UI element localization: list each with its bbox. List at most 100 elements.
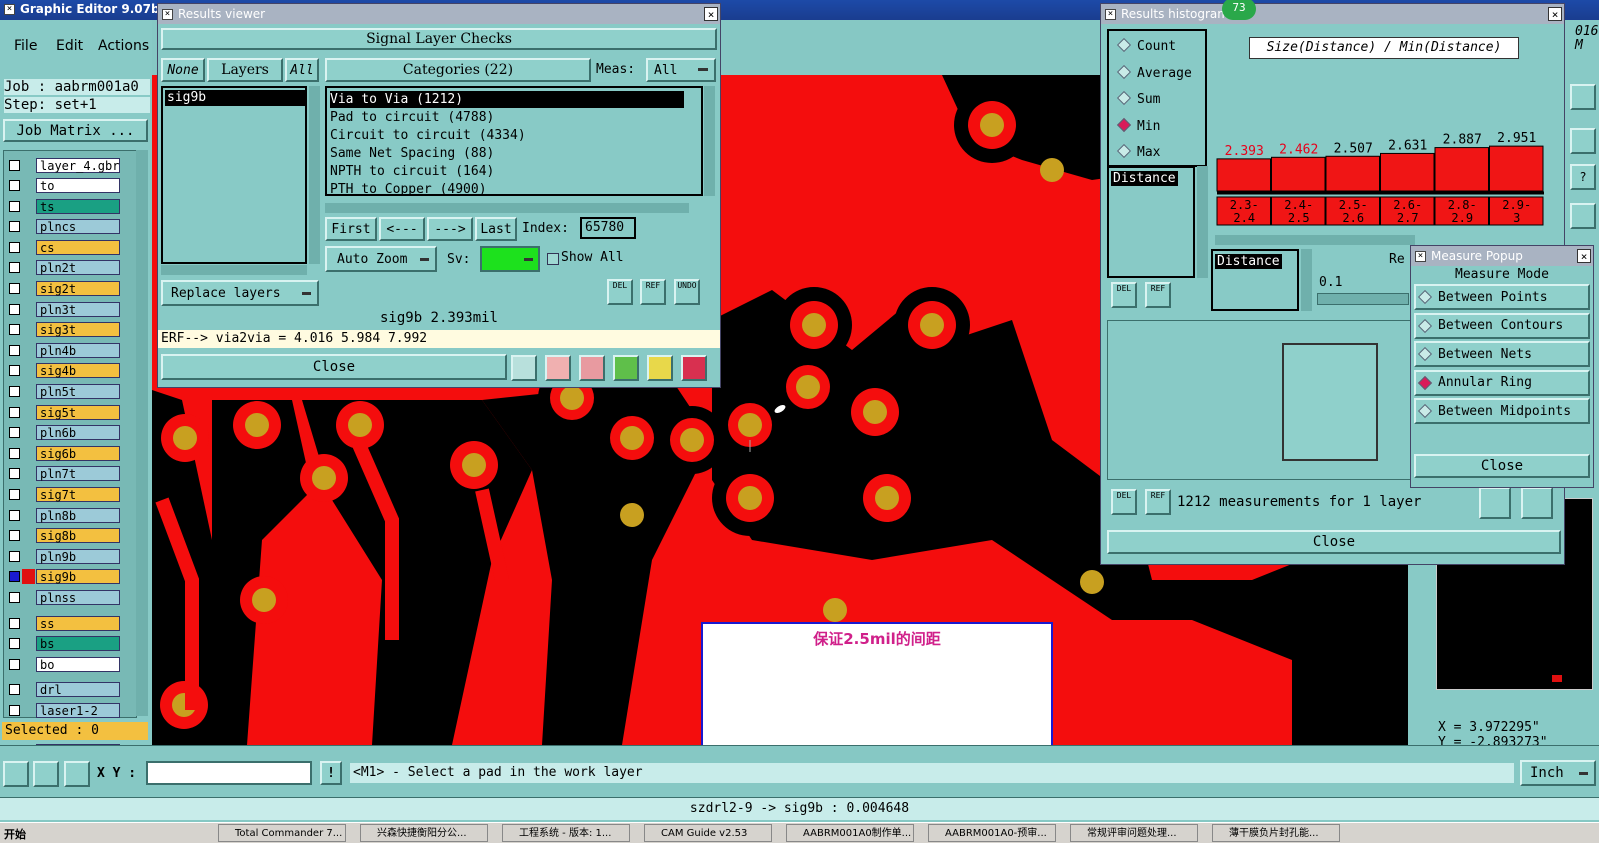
stat-option-max[interactable]: Max (1109, 141, 1160, 165)
layer-name[interactable]: sig5t (36, 404, 120, 420)
layer-row-bo[interactable]: bo (5, 656, 121, 673)
layer-name[interactable]: sig9b (36, 569, 120, 585)
category-item[interactable]: NPTH to circuit (164) (330, 163, 684, 180)
undo-icon[interactable]: UNDO (674, 279, 700, 305)
measure-list-vscroll[interactable] (1197, 166, 1208, 278)
distance-list[interactable]: Distance (1211, 249, 1299, 311)
layer-checkbox[interactable] (9, 324, 20, 336)
layer-row-pln4b[interactable]: pln4b (5, 342, 121, 359)
histogram-bar[interactable] (1271, 156, 1326, 192)
layer-checkbox[interactable] (9, 180, 20, 191)
layer-name[interactable]: to (36, 178, 120, 193)
hist-del-icon[interactable]: DEL (1111, 282, 1137, 308)
layer-checkbox[interactable] (9, 406, 20, 418)
layer-checkbox[interactable] (9, 571, 20, 583)
layer-row-to[interactable]: to (5, 177, 121, 194)
taskbar-item[interactable]: Total Commander 7... (218, 824, 346, 842)
layer-row-ss[interactable]: ss (5, 615, 121, 632)
category-item[interactable]: Circuit to circuit (4334) (330, 127, 684, 144)
layer-row-plnss[interactable]: plnss (5, 589, 121, 606)
layer-checkbox[interactable] (9, 303, 20, 315)
tool-icon-compare[interactable] (613, 355, 639, 381)
del-icon[interactable]: DEL (607, 279, 633, 305)
histogram-bar[interactable] (1325, 155, 1380, 192)
layer-name[interactable]: sig2t (36, 281, 120, 296)
category-item[interactable]: Same Net Spacing (88) (330, 145, 684, 162)
measure-popup-close-button[interactable]: Close (1414, 454, 1590, 478)
layer-checkbox[interactable] (9, 262, 20, 274)
show-all-checkbox[interactable] (547, 253, 559, 265)
results-viewer-close-icon[interactable]: × (704, 7, 718, 21)
measure-tool-icon[interactable] (33, 761, 59, 787)
layer-name[interactable]: pln6b (36, 425, 120, 441)
meas-dropdown[interactable]: All (646, 58, 716, 82)
layer-row-sig4b[interactable]: sig4b (5, 362, 121, 379)
hist-del-icon-2[interactable]: DEL (1111, 489, 1137, 515)
layer-row-cs[interactable]: cs (5, 239, 121, 256)
units-dropdown[interactable]: Inch (1520, 760, 1596, 786)
layer-name[interactable]: sig8b (36, 528, 120, 544)
layer-name[interactable]: pln8b (36, 507, 120, 523)
tool-icon-notes[interactable] (647, 355, 673, 381)
layer-checkbox[interactable] (9, 684, 20, 696)
taskbar-item[interactable]: 工程系统 - 版本: 1... (502, 824, 630, 842)
stat-option-min[interactable]: Min (1109, 115, 1160, 139)
layer-checkbox[interactable] (9, 638, 20, 650)
category-list[interactable]: Via to Via (1212) Pad to circuit (4788) Ci… (325, 86, 703, 198)
layer-checkbox[interactable] (9, 658, 20, 670)
hist-chart-icon-2[interactable] (1521, 487, 1553, 519)
layer-row-pln7t[interactable]: pln7t (5, 465, 121, 482)
measure-mode-between-contours[interactable]: Between Contours (1414, 312, 1590, 339)
layer-checkbox[interactable] (9, 489, 20, 500)
histogram-bar[interactable] (1489, 145, 1544, 192)
app-close-icon[interactable]: × (4, 4, 15, 15)
layer-row-sig9b[interactable]: sig9b (5, 568, 121, 585)
category-item[interactable]: Pad to circuit (4788) (330, 109, 684, 126)
layer-row-laser1-2[interactable]: laser1-2 (5, 702, 121, 719)
layer-checkbox[interactable] (9, 283, 20, 294)
layer-list-vscroll[interactable] (309, 86, 320, 264)
menu-file[interactable]: File (14, 38, 37, 54)
index-input[interactable]: 65780 (580, 217, 636, 239)
layer-name[interactable]: bs (36, 636, 120, 652)
layer-checkbox[interactable] (9, 241, 20, 253)
replace-layers-dropdown[interactable]: Replace layers (161, 280, 319, 306)
layer-row-pln8b[interactable]: pln8b (5, 507, 121, 524)
histogram-bar[interactable] (1434, 147, 1489, 192)
layer-name[interactable]: sig7t (36, 487, 120, 502)
hist-chart-icon-1[interactable] (1479, 487, 1511, 519)
histogram-close-icon[interactable]: × (1548, 7, 1562, 21)
layer-name[interactable]: plnss (36, 590, 120, 605)
stat-option-average[interactable]: Average (1109, 62, 1192, 86)
hist-ref-icon[interactable]: REF (1145, 282, 1171, 308)
layer-row-sig6b[interactable]: sig6b (5, 445, 121, 462)
layer-name[interactable]: pln7t (36, 466, 120, 482)
next-button[interactable]: ---> (427, 217, 473, 241)
taskbar-item[interactable]: 兴森快捷衡阳分公... (360, 824, 488, 842)
category-item[interactable]: PTH to Copper (4900) (330, 181, 684, 198)
select-tool-icon[interactable] (3, 761, 29, 787)
category-item[interactable]: Via to Via (1212) (330, 91, 684, 108)
layer-name[interactable]: sig4b (36, 363, 120, 379)
layer-list-hscroll[interactable] (161, 265, 307, 275)
layer-checkbox[interactable] (9, 365, 20, 377)
auto-zoom-dropdown[interactable]: Auto Zoom (325, 246, 437, 272)
all-layers-button[interactable]: All (285, 58, 319, 82)
tool-icon-histogram[interactable] (681, 355, 707, 381)
layer-row-drl[interactable]: drl (5, 681, 121, 698)
layer-checkbox[interactable] (9, 509, 20, 521)
layer-name[interactable]: drl (36, 682, 120, 698)
sv-color-swatch[interactable] (480, 246, 540, 272)
histogram-close-button[interactable]: Close (1107, 530, 1561, 554)
category-list-hscroll[interactable] (325, 203, 689, 213)
histogram-menu-icon[interactable]: × (1105, 9, 1116, 20)
measure-mode-annular-ring[interactable]: Annular Ring (1414, 369, 1590, 396)
layer-checkbox[interactable] (9, 705, 20, 716)
measure-popup-close-icon[interactable]: × (1577, 249, 1591, 263)
layer-row-sig7t[interactable]: sig7t (5, 486, 121, 503)
layer-checkbox[interactable] (9, 550, 20, 562)
taskbar-item[interactable]: 薄干膜负片封孔能... (1212, 824, 1340, 842)
stat-option-count[interactable]: Count (1109, 35, 1176, 59)
job-matrix-button[interactable]: Job Matrix ... (3, 119, 148, 142)
taskbar-item[interactable]: CAM Guide v2.53 (644, 824, 772, 842)
